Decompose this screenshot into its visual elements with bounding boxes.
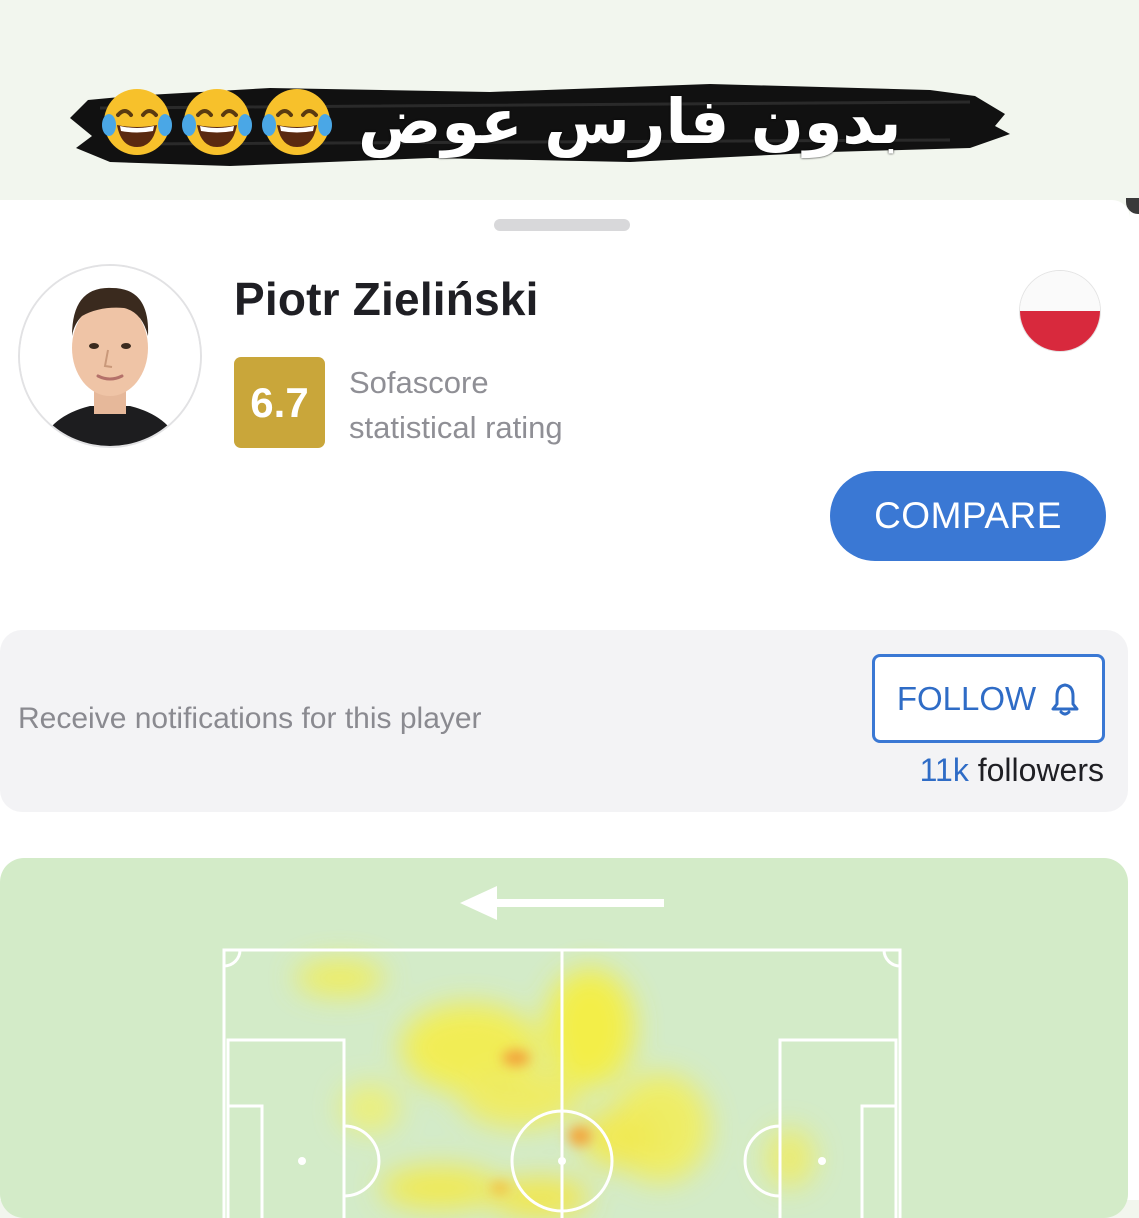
notifications-prompt: Receive notifications for this player (18, 702, 482, 735)
follow-label: FOLLOW (896, 679, 1037, 717)
rating-caption: Sofascore statistical rating (349, 360, 669, 450)
rating-value: 6.7 (250, 378, 309, 426)
followers-count: 11k followers (860, 752, 1104, 789)
banner-caption: بدون فارس عوض (358, 85, 902, 158)
rating-caption-line2: statistical rating (349, 410, 563, 445)
rating-badge: 6.7 (234, 357, 325, 448)
sheet-drag-handle[interactable] (494, 219, 630, 231)
player-photo (20, 266, 200, 446)
face-with-tears-of-joy-icon (182, 89, 252, 155)
player-avatar (18, 264, 202, 448)
face-with-tears-of-joy-icon (262, 89, 332, 155)
caption-banner: بدون فارس عوض (0, 0, 1139, 200)
player-heatmap (222, 886, 902, 1218)
face-with-tears-of-joy-icon (102, 89, 172, 155)
heatmap-card (0, 858, 1128, 1218)
arrow-left-icon (460, 886, 664, 920)
followers-number: 11k (919, 752, 969, 788)
poland-flag-icon (1019, 270, 1101, 352)
compare-button[interactable]: COMPARE (830, 471, 1106, 561)
follow-button[interactable]: FOLLOW (872, 654, 1105, 743)
bell-icon (1051, 683, 1079, 715)
player-name: Piotr Zieliński (234, 273, 539, 325)
rating-caption-line1: Sofascore (349, 365, 489, 400)
followers-word: followers (977, 752, 1104, 788)
